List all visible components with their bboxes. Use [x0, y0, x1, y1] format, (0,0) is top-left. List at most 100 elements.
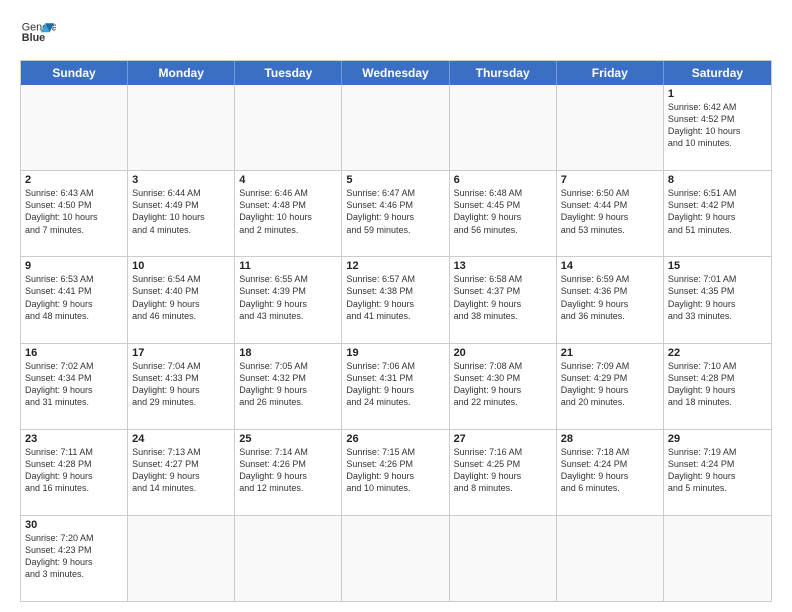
cal-cell: 22Sunrise: 7:10 AM Sunset: 4:28 PM Dayli…: [664, 344, 771, 429]
day-info: Sunrise: 6:42 AM Sunset: 4:52 PM Dayligh…: [668, 101, 767, 150]
calendar: SundayMondayTuesdayWednesdayThursdayFrid…: [20, 60, 772, 602]
cal-cell: [664, 516, 771, 601]
day-info: Sunrise: 6:55 AM Sunset: 4:39 PM Dayligh…: [239, 273, 337, 322]
day-info: Sunrise: 6:47 AM Sunset: 4:46 PM Dayligh…: [346, 187, 444, 236]
cal-cell: 24Sunrise: 7:13 AM Sunset: 4:27 PM Dayli…: [128, 430, 235, 515]
day-info: Sunrise: 6:59 AM Sunset: 4:36 PM Dayligh…: [561, 273, 659, 322]
cal-cell: [128, 516, 235, 601]
day-number: 30: [25, 519, 123, 531]
cal-row: 9Sunrise: 6:53 AM Sunset: 4:41 PM Daylig…: [21, 256, 771, 342]
day-number: 8: [668, 174, 767, 186]
day-number: 26: [346, 433, 444, 445]
calendar-header: SundayMondayTuesdayWednesdayThursdayFrid…: [21, 61, 771, 85]
cal-header-day: Saturday: [664, 61, 771, 85]
cal-cell: 8Sunrise: 6:51 AM Sunset: 4:42 PM Daylig…: [664, 171, 771, 256]
cal-cell: [342, 516, 449, 601]
cal-header-day: Thursday: [450, 61, 557, 85]
cal-header-day: Monday: [128, 61, 235, 85]
day-info: Sunrise: 7:16 AM Sunset: 4:25 PM Dayligh…: [454, 446, 552, 495]
day-info: Sunrise: 6:50 AM Sunset: 4:44 PM Dayligh…: [561, 187, 659, 236]
cal-cell: 1Sunrise: 6:42 AM Sunset: 4:52 PM Daylig…: [664, 85, 771, 170]
calendar-body: 1Sunrise: 6:42 AM Sunset: 4:52 PM Daylig…: [21, 85, 771, 601]
day-number: 23: [25, 433, 123, 445]
cal-header-day: Sunday: [21, 61, 128, 85]
cal-cell: [235, 85, 342, 170]
day-number: 19: [346, 347, 444, 359]
day-number: 16: [25, 347, 123, 359]
cal-cell: 3Sunrise: 6:44 AM Sunset: 4:49 PM Daylig…: [128, 171, 235, 256]
day-number: 27: [454, 433, 552, 445]
day-info: Sunrise: 7:05 AM Sunset: 4:32 PM Dayligh…: [239, 360, 337, 409]
day-info: Sunrise: 7:11 AM Sunset: 4:28 PM Dayligh…: [25, 446, 123, 495]
cal-header-day: Wednesday: [342, 61, 449, 85]
cal-cell: [557, 85, 664, 170]
cal-cell: 12Sunrise: 6:57 AM Sunset: 4:38 PM Dayli…: [342, 257, 449, 342]
day-number: 24: [132, 433, 230, 445]
day-number: 20: [454, 347, 552, 359]
cal-cell: 5Sunrise: 6:47 AM Sunset: 4:46 PM Daylig…: [342, 171, 449, 256]
day-info: Sunrise: 7:08 AM Sunset: 4:30 PM Dayligh…: [454, 360, 552, 409]
cal-cell: 15Sunrise: 7:01 AM Sunset: 4:35 PM Dayli…: [664, 257, 771, 342]
cal-cell: 18Sunrise: 7:05 AM Sunset: 4:32 PM Dayli…: [235, 344, 342, 429]
day-info: Sunrise: 6:54 AM Sunset: 4:40 PM Dayligh…: [132, 273, 230, 322]
cal-cell: 16Sunrise: 7:02 AM Sunset: 4:34 PM Dayli…: [21, 344, 128, 429]
cal-cell: 2Sunrise: 6:43 AM Sunset: 4:50 PM Daylig…: [21, 171, 128, 256]
day-info: Sunrise: 7:04 AM Sunset: 4:33 PM Dayligh…: [132, 360, 230, 409]
day-info: Sunrise: 6:57 AM Sunset: 4:38 PM Dayligh…: [346, 273, 444, 322]
cal-cell: 25Sunrise: 7:14 AM Sunset: 4:26 PM Dayli…: [235, 430, 342, 515]
cal-cell: 26Sunrise: 7:15 AM Sunset: 4:26 PM Dayli…: [342, 430, 449, 515]
day-number: 5: [346, 174, 444, 186]
day-number: 15: [668, 260, 767, 272]
day-number: 9: [25, 260, 123, 272]
logo: General Blue: [20, 16, 56, 52]
cal-cell: [235, 516, 342, 601]
cal-cell: 23Sunrise: 7:11 AM Sunset: 4:28 PM Dayli…: [21, 430, 128, 515]
day-info: Sunrise: 6:43 AM Sunset: 4:50 PM Dayligh…: [25, 187, 123, 236]
day-number: 11: [239, 260, 337, 272]
header: General Blue: [20, 16, 772, 52]
cal-cell: 19Sunrise: 7:06 AM Sunset: 4:31 PM Dayli…: [342, 344, 449, 429]
day-info: Sunrise: 6:51 AM Sunset: 4:42 PM Dayligh…: [668, 187, 767, 236]
cal-cell: 30Sunrise: 7:20 AM Sunset: 4:23 PM Dayli…: [21, 516, 128, 601]
day-number: 13: [454, 260, 552, 272]
day-info: Sunrise: 6:53 AM Sunset: 4:41 PM Dayligh…: [25, 273, 123, 322]
cal-header-day: Tuesday: [235, 61, 342, 85]
cal-cell: 13Sunrise: 6:58 AM Sunset: 4:37 PM Dayli…: [450, 257, 557, 342]
cal-cell: 11Sunrise: 6:55 AM Sunset: 4:39 PM Dayli…: [235, 257, 342, 342]
svg-text:Blue: Blue: [22, 32, 45, 44]
day-number: 2: [25, 174, 123, 186]
cal-cell: [557, 516, 664, 601]
day-number: 10: [132, 260, 230, 272]
cal-cell: [450, 85, 557, 170]
cal-cell: 20Sunrise: 7:08 AM Sunset: 4:30 PM Dayli…: [450, 344, 557, 429]
cal-cell: [450, 516, 557, 601]
day-number: 17: [132, 347, 230, 359]
day-number: 3: [132, 174, 230, 186]
day-info: Sunrise: 6:46 AM Sunset: 4:48 PM Dayligh…: [239, 187, 337, 236]
day-number: 28: [561, 433, 659, 445]
day-number: 25: [239, 433, 337, 445]
day-number: 22: [668, 347, 767, 359]
day-info: Sunrise: 7:18 AM Sunset: 4:24 PM Dayligh…: [561, 446, 659, 495]
cal-cell: 29Sunrise: 7:19 AM Sunset: 4:24 PM Dayli…: [664, 430, 771, 515]
day-info: Sunrise: 6:48 AM Sunset: 4:45 PM Dayligh…: [454, 187, 552, 236]
day-info: Sunrise: 7:15 AM Sunset: 4:26 PM Dayligh…: [346, 446, 444, 495]
day-number: 14: [561, 260, 659, 272]
day-number: 1: [668, 88, 767, 100]
cal-cell: [342, 85, 449, 170]
day-number: 6: [454, 174, 552, 186]
day-info: Sunrise: 7:02 AM Sunset: 4:34 PM Dayligh…: [25, 360, 123, 409]
cal-cell: 6Sunrise: 6:48 AM Sunset: 4:45 PM Daylig…: [450, 171, 557, 256]
day-info: Sunrise: 7:01 AM Sunset: 4:35 PM Dayligh…: [668, 273, 767, 322]
cal-row: 1Sunrise: 6:42 AM Sunset: 4:52 PM Daylig…: [21, 85, 771, 170]
day-info: Sunrise: 7:20 AM Sunset: 4:23 PM Dayligh…: [25, 532, 123, 581]
day-info: Sunrise: 6:58 AM Sunset: 4:37 PM Dayligh…: [454, 273, 552, 322]
cal-cell: 7Sunrise: 6:50 AM Sunset: 4:44 PM Daylig…: [557, 171, 664, 256]
day-info: Sunrise: 6:44 AM Sunset: 4:49 PM Dayligh…: [132, 187, 230, 236]
cal-row: 16Sunrise: 7:02 AM Sunset: 4:34 PM Dayli…: [21, 343, 771, 429]
day-number: 21: [561, 347, 659, 359]
day-info: Sunrise: 7:06 AM Sunset: 4:31 PM Dayligh…: [346, 360, 444, 409]
day-info: Sunrise: 7:14 AM Sunset: 4:26 PM Dayligh…: [239, 446, 337, 495]
cal-cell: 27Sunrise: 7:16 AM Sunset: 4:25 PM Dayli…: [450, 430, 557, 515]
day-info: Sunrise: 7:10 AM Sunset: 4:28 PM Dayligh…: [668, 360, 767, 409]
